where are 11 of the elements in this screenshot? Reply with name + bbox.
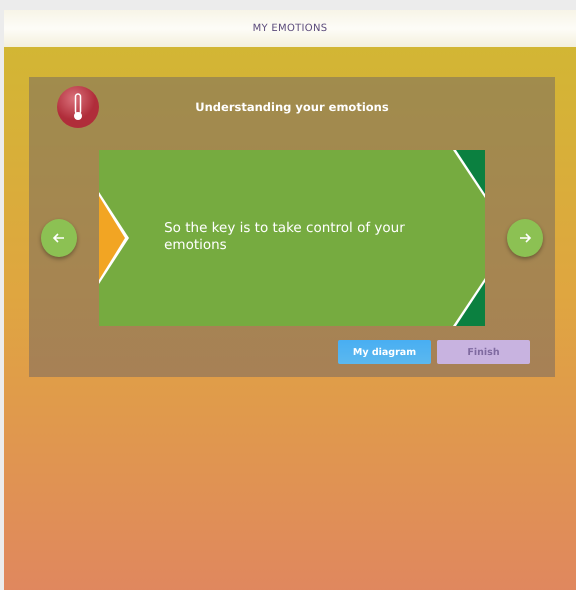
lesson-title: Understanding your emotions xyxy=(194,100,390,114)
slide-text: So the key is to take control of your emotions xyxy=(164,220,406,254)
thermometer-icon xyxy=(57,86,99,128)
corner-drawing xyxy=(452,278,485,326)
arrow-left-icon xyxy=(52,231,66,245)
page-title: MY EMOTIONS xyxy=(252,23,328,34)
diagram-button[interactable]: My diagram xyxy=(338,340,431,364)
previous-button[interactable] xyxy=(41,219,78,257)
corner-drawing xyxy=(452,150,485,198)
next-button[interactable] xyxy=(506,219,543,257)
arrow-right-icon xyxy=(518,231,532,245)
